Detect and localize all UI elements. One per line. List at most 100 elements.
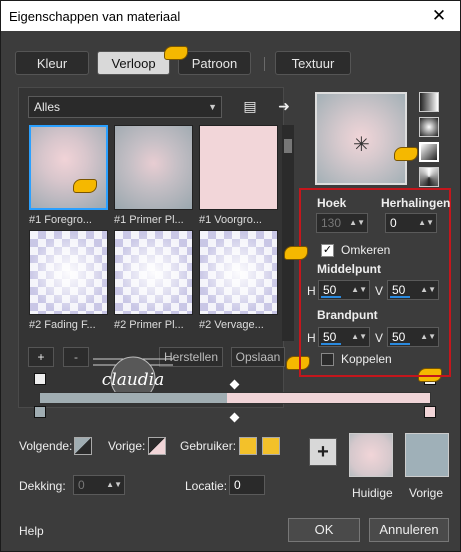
save-button[interactable]: Opslaan (231, 347, 285, 367)
rectangular-style-icon[interactable] (419, 117, 439, 137)
chevron-down-icon[interactable]: ▲▼ (351, 328, 367, 346)
locatie-value: 0 (234, 478, 241, 492)
thumbnail-5[interactable]: #2 Primer Pl... (114, 230, 193, 331)
brandpunt-v-spinner[interactable]: 50 ▲▼ (387, 327, 439, 347)
thumbnail-caption: #2 Vervage... (199, 319, 264, 331)
brandpunt-h-spinner[interactable]: 50 ▲▼ (318, 327, 370, 347)
tab-patroon[interactable]: Patroon (178, 51, 251, 75)
sunburst-style-icon[interactable] (419, 167, 439, 187)
close-icon[interactable]: ✕ (428, 5, 450, 27)
add-gradient-button[interactable]: + (28, 347, 54, 367)
omkeren-checkbox[interactable]: ✓ (321, 244, 334, 257)
pointer-hand-icon (164, 46, 188, 60)
value-underline (321, 296, 341, 298)
tab-verloop[interactable]: Verloop (97, 51, 170, 75)
category-select[interactable]: Alles ▼ (28, 96, 222, 118)
thumbnail-3[interactable]: #1 Voorgro... (199, 125, 278, 226)
vorige-swatch-big (405, 433, 449, 477)
volgende-swatch[interactable] (74, 437, 92, 455)
thumbnail-caption: #1 Primer Pl... (114, 214, 184, 226)
tab-kleur[interactable]: Kleur (15, 51, 89, 75)
tab-separator (264, 57, 265, 71)
value-underline (390, 296, 410, 298)
gradient-preview: ✳ (315, 92, 407, 185)
brandpunt-h-value: 50 (323, 330, 337, 344)
remove-gradient-button[interactable]: - (63, 347, 89, 367)
thumbnail-image (199, 230, 278, 315)
brandpunt-v-label: V (375, 331, 384, 345)
gradient-start-marker[interactable] (34, 373, 46, 385)
herhalingen-spinner[interactable]: 0 ▲▼ (385, 213, 437, 233)
thumbnail-4[interactable]: #2 Fading F... (29, 230, 108, 331)
center-point-icon: ✳ (353, 134, 370, 156)
help-link[interactable]: Help (19, 524, 44, 538)
thumbnail-caption: #2 Primer Pl... (114, 319, 184, 331)
middelpunt-h-value: 50 (323, 283, 337, 297)
category-value: Alles (34, 100, 61, 114)
ok-button[interactable]: OK (288, 518, 360, 542)
thumbnail-image (29, 230, 108, 315)
library-options-icon[interactable]: ▤ (240, 96, 260, 116)
value-underline (321, 343, 341, 345)
thumbnail-1[interactable]: #1 Foregro... (29, 125, 108, 226)
pointer-hand-icon (284, 246, 308, 260)
vorige-stop-label: Vorige: (108, 439, 146, 453)
chevron-down-icon[interactable]: ▲▼ (420, 328, 436, 346)
add-stop-button[interactable]: + (309, 438, 337, 466)
tab-textuur[interactable]: Textuur (275, 51, 351, 75)
hoek-value: 130 (321, 216, 342, 230)
gebruiker-swatch-2[interactable] (262, 437, 280, 455)
scrollbar-thumb[interactable] (284, 139, 292, 153)
gradient-bar[interactable] (39, 392, 431, 404)
huidige-label: Huidige (352, 486, 393, 500)
thumbnail-image (114, 125, 193, 210)
huidige-swatch (349, 433, 393, 477)
chevron-down-icon[interactable]: ▲▼ (349, 214, 365, 232)
middelpunt-v-label: V (375, 284, 384, 298)
pointer-hand-icon (73, 179, 97, 193)
radial-style-icon[interactable] (419, 142, 439, 162)
color-stop-right[interactable] (424, 406, 436, 418)
value-underline (390, 343, 410, 345)
vorige-swatch[interactable] (148, 437, 166, 455)
middelpunt-h-spinner[interactable]: 50 ▲▼ (318, 280, 370, 300)
chevron-down-icon[interactable]: ▲▼ (420, 281, 436, 299)
chevron-down-icon[interactable]: ▲▼ (351, 281, 367, 299)
hoek-label: Hoek (317, 196, 347, 210)
gradient-segment-right (227, 393, 430, 403)
title-bar: Eigenschappen van materiaal ✕ (1, 1, 460, 31)
thumbnail-2[interactable]: #1 Primer Pl... (114, 125, 193, 226)
koppelen-label: Koppelen (341, 352, 392, 366)
dekking-value: 0 (78, 478, 85, 492)
chevron-down-icon[interactable]: ▲▼ (418, 214, 434, 232)
brandpunt-v-value: 50 (392, 330, 406, 344)
gebruiker-label: Gebruiker: (180, 439, 237, 453)
middelpunt-v-spinner[interactable]: 50 ▲▼ (387, 280, 439, 300)
dekking-spinner[interactable]: 0 ▲▼ (73, 475, 125, 495)
middelpunt-label: Middelpunt (317, 262, 381, 276)
gebruiker-swatch[interactable] (239, 437, 257, 455)
herhalingen-value: 0 (390, 216, 397, 230)
cancel-button[interactable]: Annuleren (369, 518, 449, 542)
hoek-spinner[interactable]: 130 ▲▼ (316, 213, 368, 233)
chevron-down-icon[interactable]: ▲▼ (106, 476, 122, 494)
locatie-field[interactable]: 0 (229, 475, 265, 495)
brandpunt-label: Brandpunt (317, 308, 378, 322)
gradient-segment-left (40, 393, 227, 403)
library-scrollbar[interactable] (282, 125, 294, 341)
chevron-down-icon: ▼ (208, 102, 217, 112)
svg-text:claudia: claudia (102, 370, 165, 390)
thumbnail-caption: #2 Fading F... (29, 319, 96, 331)
locatie-label: Locatie: (185, 479, 228, 493)
linear-style-icon[interactable] (419, 92, 439, 112)
thumbnail-image (29, 125, 108, 210)
koppelen-checkbox[interactable] (321, 353, 334, 366)
window-title: Eigenschappen van materiaal (9, 9, 181, 24)
thumbnail-6[interactable]: #2 Vervage... (199, 230, 278, 331)
color-stop-left[interactable] (34, 406, 46, 418)
arrow-right-icon[interactable]: ➜ (274, 96, 294, 116)
thumbnail-caption: #1 Foregro... (29, 214, 92, 226)
midpoint-diamond[interactable] (229, 412, 240, 423)
middelpunt-v-value: 50 (392, 283, 406, 297)
thumbnail-image (114, 230, 193, 315)
